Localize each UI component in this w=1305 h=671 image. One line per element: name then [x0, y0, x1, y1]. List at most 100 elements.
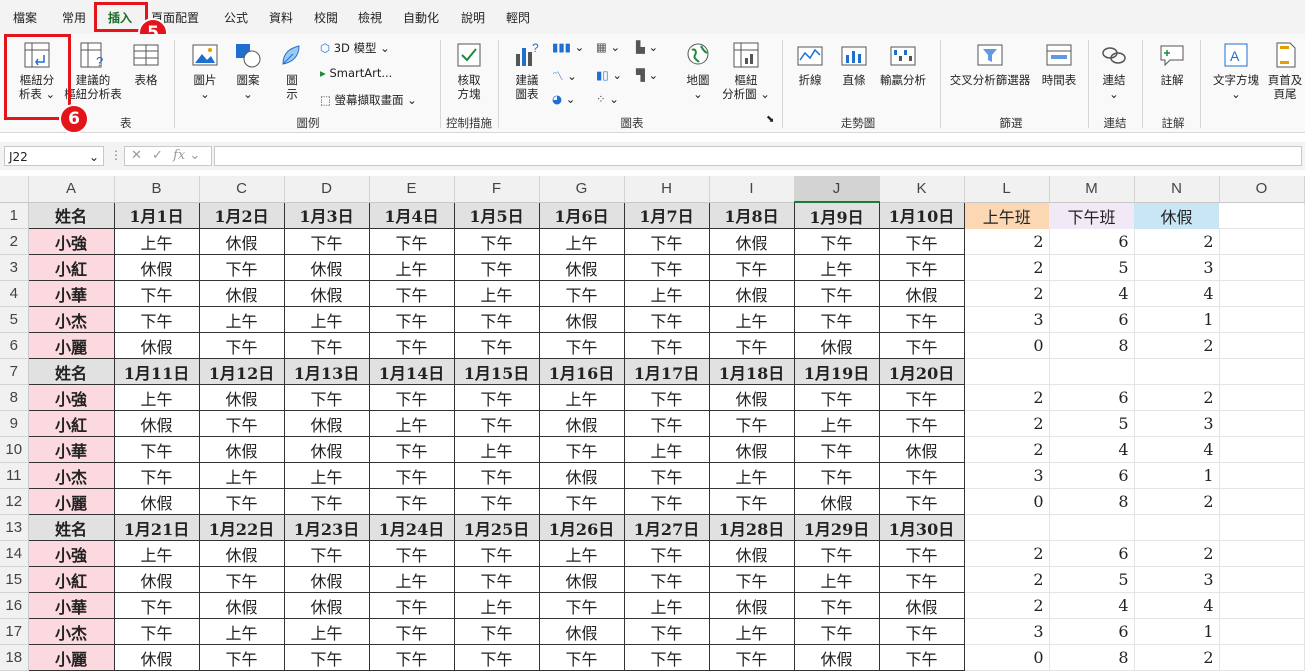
- pie-chart-button[interactable]: ◕ ⌄: [552, 92, 575, 106]
- summary-count-cell[interactable]: 4: [1049, 436, 1135, 463]
- summary-count-cell[interactable]: 4: [1049, 592, 1135, 619]
- date-header-cell[interactable]: 1月1日: [113, 201, 200, 229]
- shift-cell[interactable]: 上午: [793, 254, 880, 281]
- empty-cell[interactable]: [1219, 514, 1305, 541]
- date-header-cell[interactable]: 1月7日: [623, 201, 710, 229]
- shift-cell[interactable]: 下午: [793, 280, 880, 307]
- shift-cell[interactable]: 下午: [793, 540, 880, 567]
- summary-count-cell[interactable]: 8: [1049, 644, 1135, 671]
- shift-cell[interactable]: 下午: [198, 410, 285, 437]
- summary-count-cell[interactable]: 6: [1049, 462, 1135, 489]
- shift-cell[interactable]: 下午: [113, 436, 200, 463]
- summary-count-cell[interactable]: 2: [1134, 488, 1220, 515]
- empty-cell[interactable]: [1219, 540, 1305, 567]
- employee-name-cell[interactable]: 小紅: [27, 566, 115, 593]
- shift-cell[interactable]: 下午: [793, 384, 880, 411]
- date-header-cell[interactable]: 1月30日: [878, 514, 965, 541]
- shift-cell[interactable]: 休假: [113, 254, 200, 281]
- shift-cell[interactable]: 下午: [538, 644, 625, 671]
- name-header-cell[interactable]: 姓名: [27, 201, 115, 229]
- empty-cell[interactable]: [1219, 306, 1305, 333]
- shift-cell[interactable]: 下午: [538, 280, 625, 307]
- date-header-cell[interactable]: 1月3日: [283, 201, 370, 229]
- date-header-cell[interactable]: 1月20日: [878, 358, 965, 385]
- shift-cell[interactable]: 下午: [368, 228, 455, 255]
- shift-cell[interactable]: 下午: [878, 462, 965, 489]
- row-header[interactable]: 8: [0, 384, 29, 411]
- shift-cell[interactable]: 下午: [623, 462, 710, 489]
- employee-name-cell[interactable]: 小華: [27, 592, 115, 619]
- date-header-cell[interactable]: 1月11日: [113, 358, 200, 385]
- summary-count-cell[interactable]: 2: [1134, 228, 1220, 255]
- summary-count-cell[interactable]: 2: [964, 280, 1050, 307]
- shift-cell[interactable]: 下午: [878, 540, 965, 567]
- employee-name-cell[interactable]: 小強: [27, 540, 115, 567]
- shift-cell[interactable]: 休假: [283, 410, 370, 437]
- shift-cell[interactable]: 下午: [453, 566, 540, 593]
- shift-cell[interactable]: 下午: [878, 488, 965, 515]
- shift-cell[interactable]: 休假: [198, 280, 285, 307]
- shift-cell[interactable]: 下午: [708, 644, 795, 671]
- shift-cell[interactable]: 下午: [538, 488, 625, 515]
- employee-name-cell[interactable]: 小紅: [27, 254, 115, 281]
- summary-count-cell[interactable]: 6: [1049, 540, 1135, 567]
- date-header-cell[interactable]: 1月14日: [368, 358, 455, 385]
- shift-cell[interactable]: 下午: [793, 228, 880, 255]
- shift-cell[interactable]: 下午: [793, 592, 880, 619]
- more-options-icon[interactable]: ⋮: [110, 148, 122, 162]
- summary-count-cell[interactable]: [1049, 358, 1135, 385]
- shift-cell[interactable]: 下午: [538, 592, 625, 619]
- name-box[interactable]: J22 ⌄: [4, 146, 104, 166]
- shift-cell[interactable]: 下午: [623, 410, 710, 437]
- employee-name-cell[interactable]: 小麗: [27, 488, 115, 515]
- name-header-cell[interactable]: 姓名: [27, 358, 115, 385]
- fx-chevron-icon[interactable]: ⌄: [189, 148, 200, 163]
- shift-cell[interactable]: 上午: [708, 618, 795, 645]
- empty-cell[interactable]: [1219, 202, 1305, 229]
- summary-count-cell[interactable]: 1: [1134, 618, 1220, 645]
- summary-count-cell[interactable]: 1: [1134, 306, 1220, 333]
- column-chart-button[interactable]: ▮▮▮ ⌄: [552, 40, 584, 54]
- shift-cell[interactable]: 下午: [368, 540, 455, 567]
- shift-cell[interactable]: 下午: [113, 462, 200, 489]
- shift-cell[interactable]: 下午: [453, 384, 540, 411]
- column-header-g[interactable]: G: [539, 176, 625, 203]
- textbox-button[interactable]: A 文字方塊 ⌄: [1208, 40, 1264, 101]
- summary-count-cell[interactable]: 2: [1134, 644, 1220, 671]
- shift-cell[interactable]: 下午: [198, 254, 285, 281]
- shift-cell[interactable]: 下午: [198, 566, 285, 593]
- shift-cell[interactable]: 上午: [113, 384, 200, 411]
- shift-cell[interactable]: 休假: [198, 592, 285, 619]
- shift-cell[interactable]: 下午: [623, 488, 710, 515]
- shift-cell[interactable]: 休假: [878, 592, 965, 619]
- screenshot-button[interactable]: ⬚ 螢幕擷取畫面 ⌄: [320, 92, 417, 108]
- row-header[interactable]: 12: [0, 488, 29, 515]
- table-button[interactable]: 表格: [128, 40, 164, 87]
- shift-cell[interactable]: 休假: [198, 384, 285, 411]
- shift-cell[interactable]: 下午: [623, 540, 710, 567]
- icons-button[interactable]: 圖 示: [276, 40, 308, 101]
- date-header-cell[interactable]: 1月9日: [793, 201, 880, 229]
- tab-automate[interactable]: 自動化: [403, 9, 439, 26]
- shapes-button[interactable]: 圖案 ⌄: [230, 40, 266, 101]
- shift-cell[interactable]: 休假: [878, 436, 965, 463]
- shift-cell[interactable]: 上午: [623, 436, 710, 463]
- summary-count-cell[interactable]: 2: [964, 592, 1050, 619]
- shift-cell[interactable]: 上午: [368, 254, 455, 281]
- summary-header-leave[interactable]: 休假: [1134, 202, 1219, 229]
- summary-header-morning[interactable]: 上午班: [964, 202, 1049, 229]
- shift-cell[interactable]: 上午: [708, 306, 795, 333]
- column-header-c[interactable]: C: [199, 176, 285, 203]
- empty-cell[interactable]: [1219, 280, 1305, 307]
- shift-cell[interactable]: 下午: [793, 462, 880, 489]
- shift-cell[interactable]: 下午: [368, 332, 455, 359]
- date-header-cell[interactable]: 1月6日: [538, 201, 625, 229]
- row-header[interactable]: 7: [0, 358, 29, 385]
- shift-cell[interactable]: 休假: [113, 488, 200, 515]
- tab-home[interactable]: 常用: [62, 9, 86, 26]
- shift-cell[interactable]: 上午: [113, 228, 200, 255]
- summary-count-cell[interactable]: 5: [1049, 410, 1135, 437]
- empty-cell[interactable]: [1219, 384, 1305, 411]
- shift-cell[interactable]: 下午: [283, 228, 370, 255]
- comment-button[interactable]: 註解: [1154, 40, 1190, 87]
